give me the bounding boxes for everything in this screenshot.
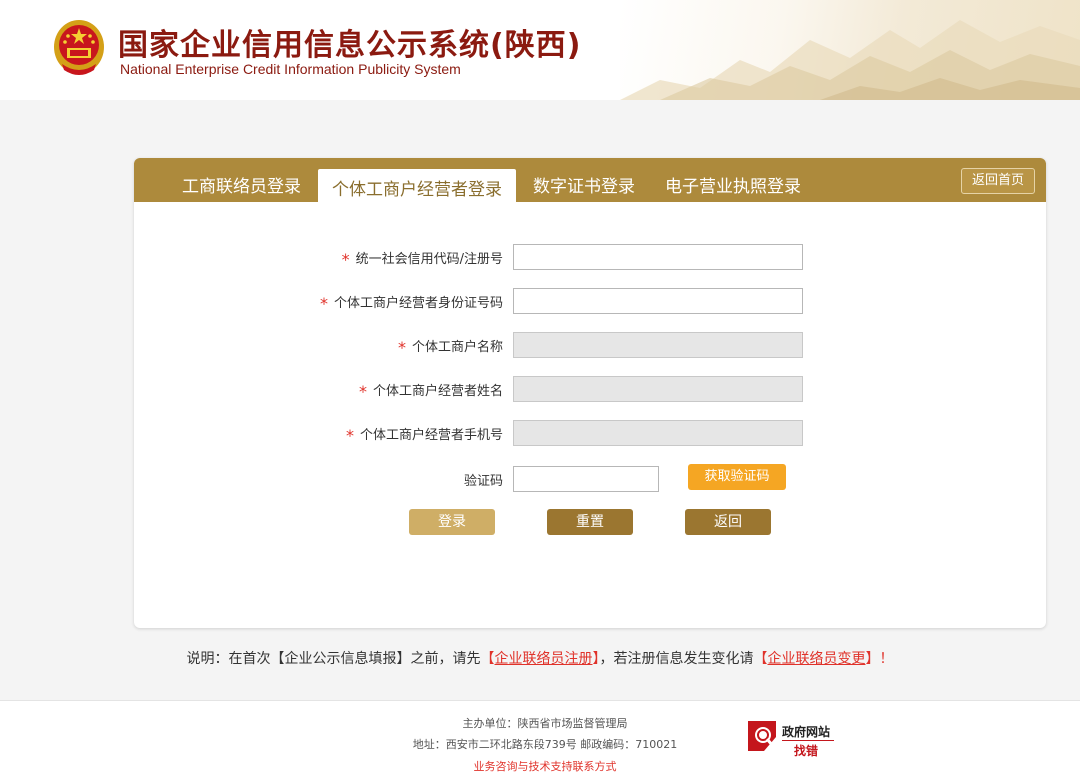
form-row-captcha: 验证码 获取验证码	[134, 464, 1046, 492]
bracket-close: 】！	[865, 651, 894, 667]
form-row-operator-phone: * 个体工商户经营者手机号	[134, 420, 1046, 446]
form-row-id-number: * 个体工商户经营者身份证号码	[134, 288, 1046, 314]
business-name-label: 个体工商户名称	[411, 340, 503, 355]
footer-contact-link[interactable]: 业务咨询与技术支持联系方式	[0, 758, 1080, 774]
tab-digital-certificate-login[interactable]: 数字证书登录	[533, 172, 635, 197]
field-label: * 个体工商户经营者姓名	[359, 380, 503, 401]
footer-address: 地址：西安市二环北路东段739号 邮政编码：710021	[412, 738, 678, 751]
get-code-button[interactable]: 获取验证码	[688, 464, 786, 490]
id-number-input[interactable]	[513, 288, 803, 314]
gov-badge-divider	[782, 740, 834, 741]
operator-name-input[interactable]	[513, 376, 803, 402]
home-button[interactable]: 返回首页	[961, 168, 1035, 194]
required-mark: *	[341, 250, 350, 269]
credit-code-label: 统一社会信用代码/注册号	[355, 252, 503, 267]
field-label: * 个体工商户经营者身份证号码	[320, 292, 503, 313]
liaison-change-link[interactable]: 企业联络员变更	[768, 651, 866, 667]
captcha-input[interactable]	[513, 466, 659, 492]
required-mark: *	[358, 382, 367, 401]
mountain-decoration	[620, 0, 1080, 100]
site-footer: 主办单位：陕西省市场监督管理局 地址：西安市二环北路东段739号 邮政编码：71…	[0, 700, 1080, 782]
operator-phone-input[interactable]	[513, 420, 803, 446]
tab-liaison-login[interactable]: 工商联络员登录	[182, 172, 301, 197]
business-name-input[interactable]	[513, 332, 803, 358]
site-title: 国家企业信用信息公示系统(陕西)	[118, 28, 582, 63]
site-subtitle: National Enterprise Credit Information P…	[120, 61, 461, 77]
national-emblem-icon	[52, 18, 106, 78]
login-panel: 工商联络员登录 个体工商户经营者登录 数字证书登录 电子营业执照登录 返回首页 …	[134, 158, 1046, 628]
instruction-note: 说明：在首次【企业公示信息填报】之前，请先【企业联络员注册】，若注册信息发生变化…	[0, 648, 1080, 668]
form-row-business-name: * 个体工商户名称	[134, 332, 1046, 358]
bracket-close: 】	[592, 651, 600, 667]
gov-site-error-report-badge[interactable]: 政府网站 找错	[746, 717, 842, 758]
field-label: * 个体工商户经营者手机号	[346, 424, 503, 445]
note-prefix: 说明：在首次【企业公示信息填报】之前，请先	[186, 651, 481, 667]
magnifier-icon	[748, 721, 776, 751]
id-number-label: 个体工商户经营者身份证号码	[333, 296, 503, 311]
login-button[interactable]: 登录	[409, 509, 495, 535]
field-label: * 个体工商户名称	[398, 336, 503, 357]
bracket-open: 【	[480, 651, 495, 667]
gov-badge-subtitle: 找错	[794, 744, 819, 758]
operator-name-label: 个体工商户经营者姓名	[372, 384, 503, 399]
field-label: * 统一社会信用代码/注册号	[342, 248, 503, 269]
credit-code-input[interactable]	[513, 244, 803, 270]
captcha-label: 验证码	[463, 474, 503, 489]
note-middle: ，若注册信息发生变化请	[599, 651, 754, 667]
tab-individual-business-login[interactable]: 个体工商户经营者登录	[318, 169, 516, 202]
required-mark: *	[397, 338, 406, 357]
back-button[interactable]: 返回	[685, 509, 771, 535]
form-row-credit-code: * 统一社会信用代码/注册号	[134, 244, 1046, 270]
tab-electronic-license-login[interactable]: 电子营业执照登录	[665, 172, 801, 197]
gov-badge-title: 政府网站	[782, 725, 831, 739]
form-row-operator-name: * 个体工商户经营者姓名	[134, 376, 1046, 402]
reset-button[interactable]: 重置	[547, 509, 633, 535]
site-header: 国家企业信用信息公示系统(陕西) National Enterprise Cre…	[0, 0, 1080, 100]
required-mark: *	[319, 294, 328, 313]
form-actions: 登录 重置 返回	[134, 509, 1046, 535]
login-tab-bar: 工商联络员登录 个体工商户经营者登录 数字证书登录 电子营业执照登录 返回首页	[134, 158, 1046, 202]
required-mark: *	[345, 426, 354, 445]
liaison-register-link[interactable]: 企业联络员注册	[495, 651, 593, 667]
operator-phone-label: 个体工商户经营者手机号	[359, 428, 503, 443]
bracket-open: 【	[753, 651, 768, 667]
footer-sponsor: 主办单位：陕西省市场监督管理局	[462, 717, 628, 730]
